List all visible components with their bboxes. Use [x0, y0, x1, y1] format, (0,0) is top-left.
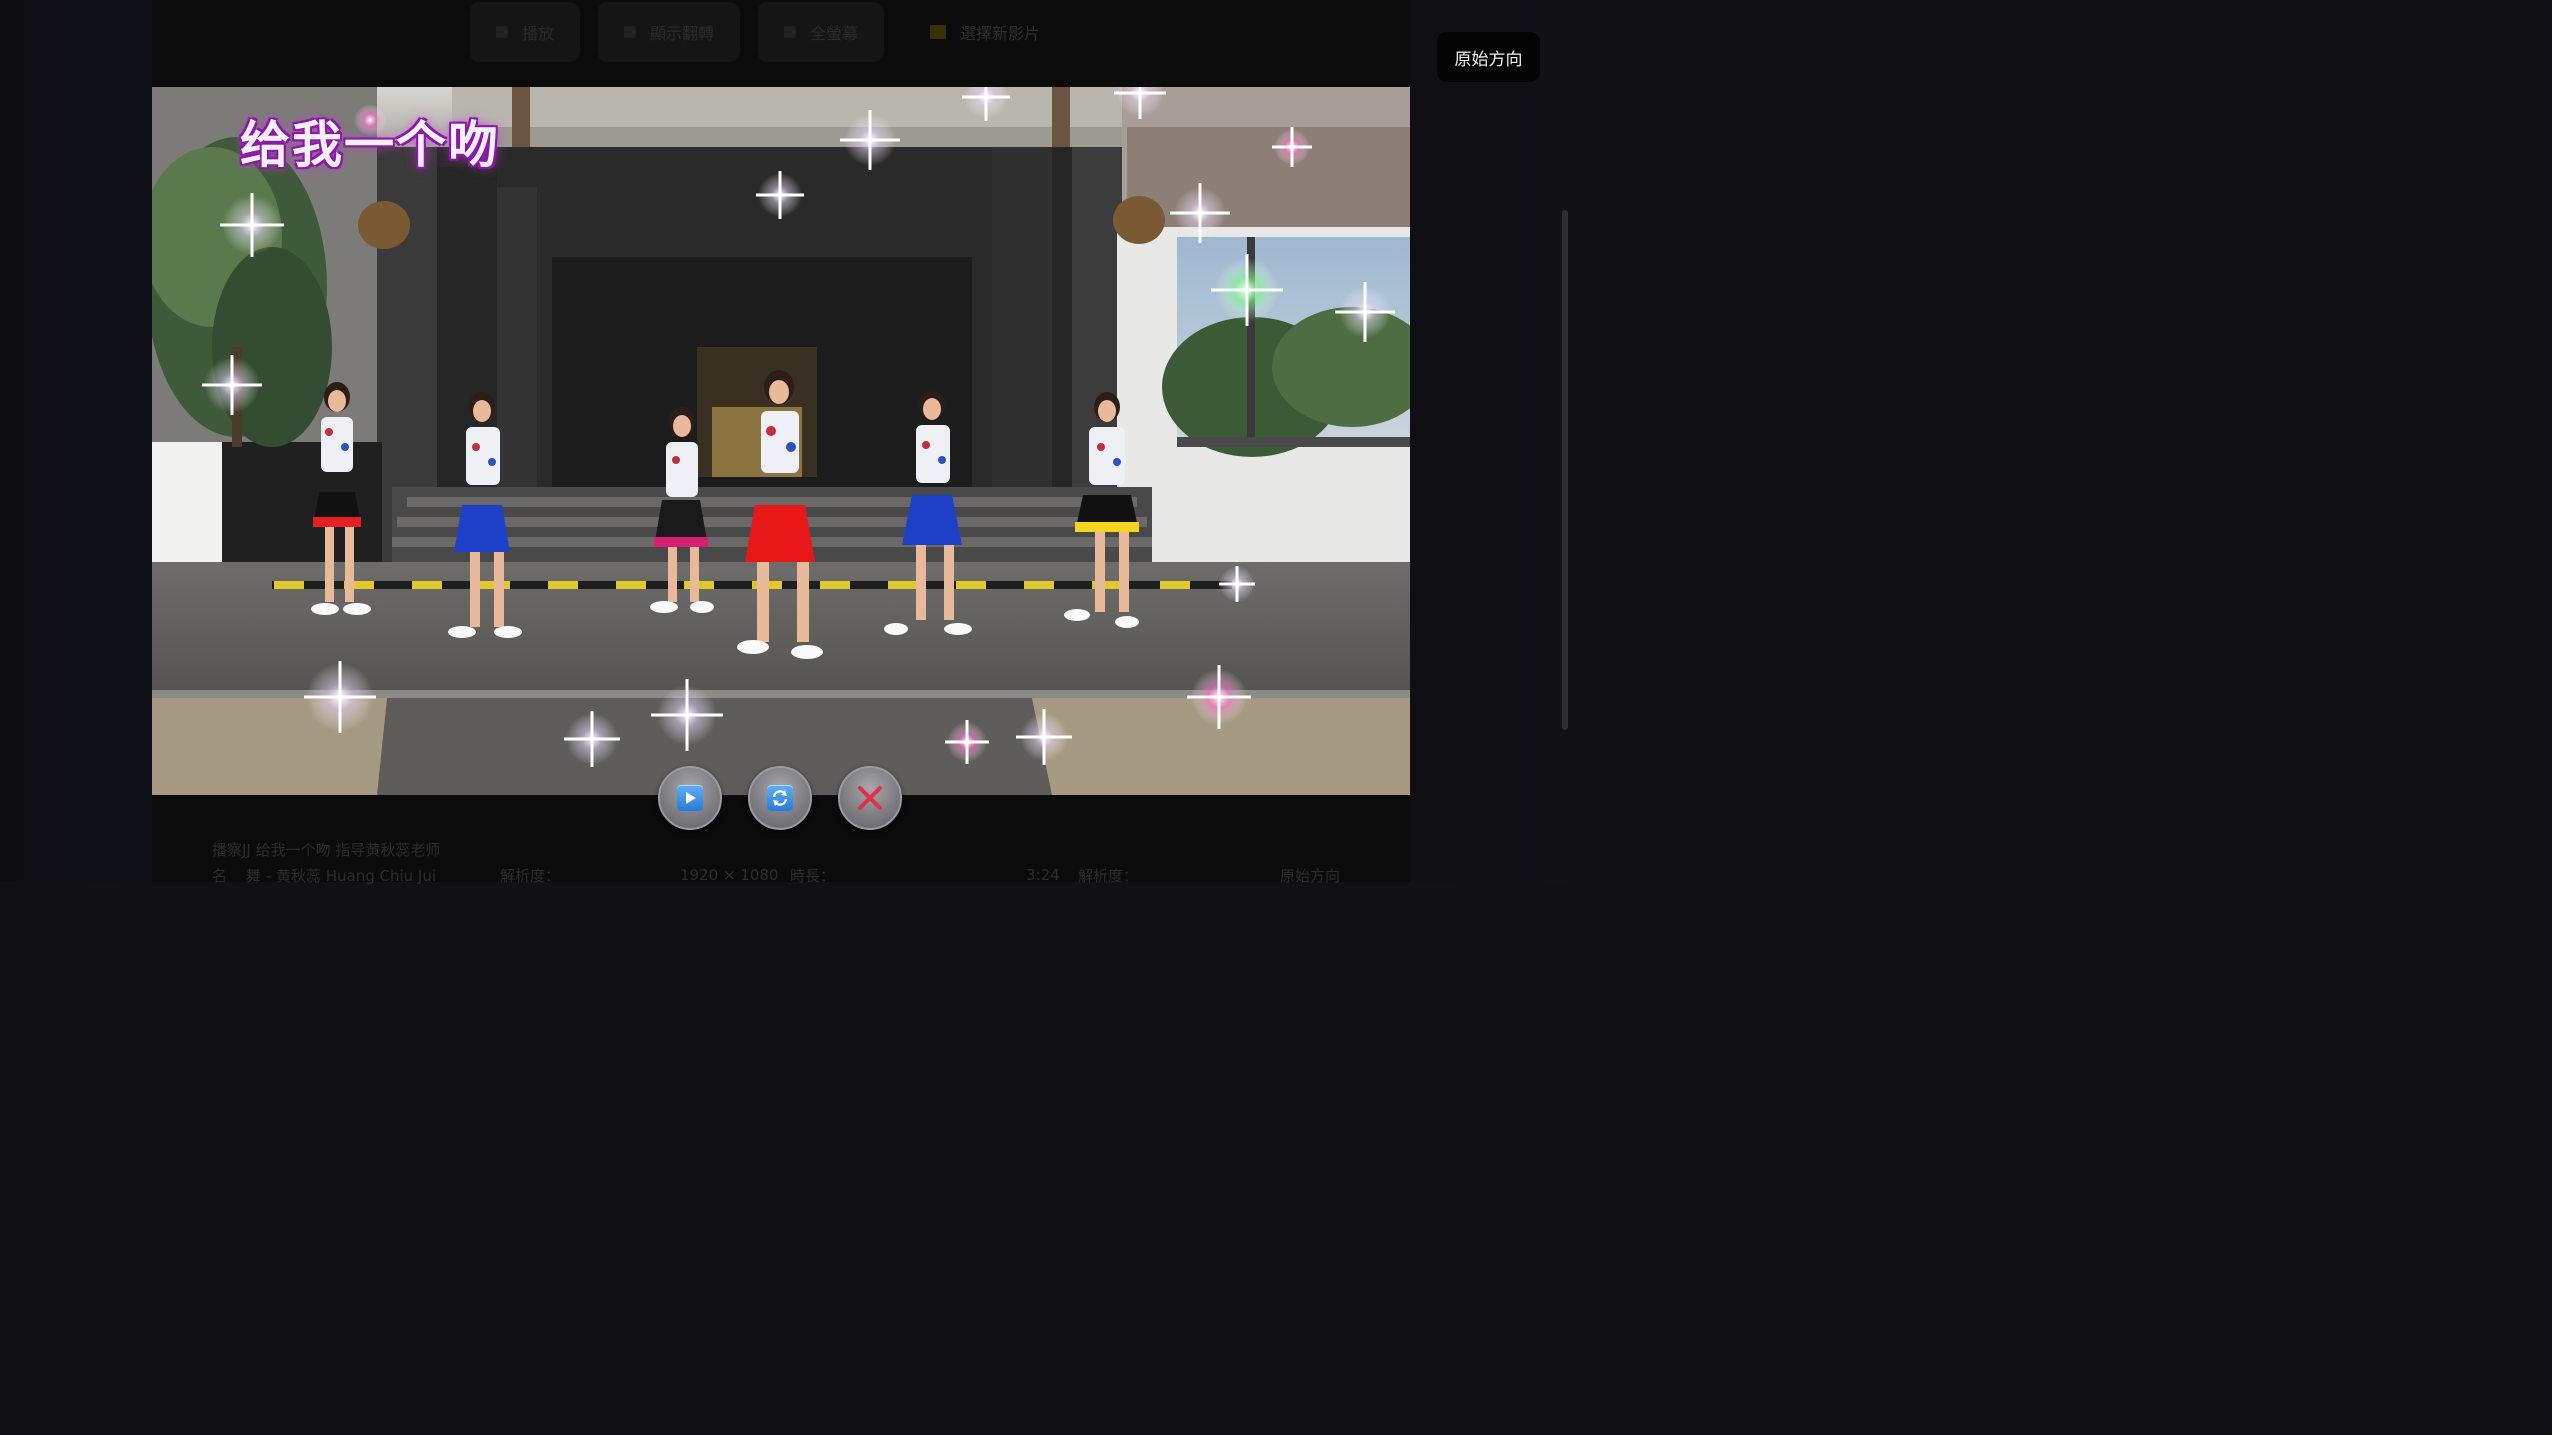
app-window: 播放 顯示翻轉 全螢幕 選擇新影片 播察JJ 给我一个吻 指导黄秋蕊老师 名 舞…: [0, 0, 1568, 885]
bg-resolution: 1920 × 1080: [680, 866, 779, 884]
original-orientation-button[interactable]: 原始方向: [1437, 32, 1540, 82]
bg-author: 舞 - 黄秋蕊 Huang Chiu Jui: [246, 866, 437, 885]
background-toolbar: 播放 顯示翻轉 全螢幕 選擇新影片: [470, 2, 1040, 62]
fullscreen-icon: [784, 26, 797, 38]
bg-duration-label: 時長：: [790, 866, 836, 885]
background-info: 播察JJ 给我一个吻 指导黄秋蕊老师 名 舞 - 黄秋蕊 Huang Chiu …: [212, 836, 1392, 888]
bg-resolution-label: 解析度：: [500, 866, 561, 885]
bg-duration: 3:24: [1026, 866, 1060, 884]
play-button[interactable]: [658, 766, 722, 830]
bg-select-video: 選擇新影片: [930, 20, 1040, 44]
video-frame[interactable]: 给我一个吻: [152, 87, 1410, 795]
rotate-button[interactable]: [748, 766, 812, 830]
player-controls: [658, 766, 904, 830]
flip-icon: [624, 26, 637, 38]
bg-flip-button: 顯示翻轉: [598, 2, 741, 62]
bg-flip-label: 顯示翻轉: [650, 24, 715, 43]
rotate-icon: [767, 785, 793, 811]
original-orientation-label: 原始方向: [1454, 49, 1523, 70]
play-icon: [677, 785, 703, 811]
close-icon: [858, 786, 882, 810]
folder-icon: [930, 25, 947, 39]
video-scene: [152, 87, 1410, 795]
close-button[interactable]: [838, 766, 902, 830]
page-scrollbar[interactable]: [1562, 210, 1568, 730]
play-icon: [496, 26, 508, 38]
bg-play-label: 播放: [522, 24, 555, 43]
bg-fullscreen-button: 全螢幕: [758, 2, 885, 62]
bg-select-label: 選擇新影片: [960, 24, 1041, 43]
song-title-overlay: 给我一个吻: [240, 116, 500, 174]
bg-orientation: 原始方向: [1280, 866, 1341, 885]
bg-info-row-1: 播察JJ 给我一个吻 指导黄秋蕊老师: [212, 836, 1392, 862]
bg-info-row-2: 名 舞 - 黄秋蕊 Huang Chiu Jui 解析度： 1920 × 108…: [212, 862, 1392, 888]
bg-fullscreen-label: 全螢幕: [810, 24, 859, 43]
bg-file-name: 播察JJ 给我一个吻 指导黄秋蕊老师: [212, 840, 441, 859]
bg-extra-label: 解析度：: [1078, 866, 1139, 885]
bg-play-button: 播放: [470, 2, 581, 62]
bg-author-prefix: 名: [212, 866, 228, 885]
